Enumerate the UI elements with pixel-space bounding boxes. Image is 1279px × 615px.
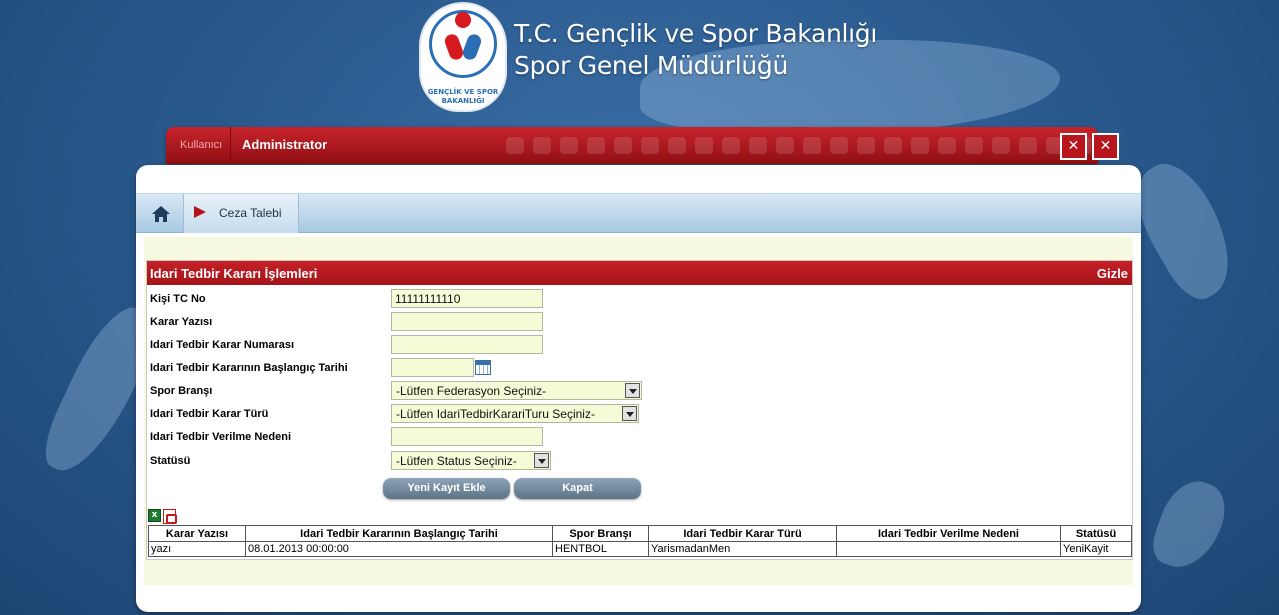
karar-yazisi-input[interactable] (391, 312, 543, 331)
sport-icon (722, 137, 740, 154)
chevron-down-icon[interactable] (534, 453, 549, 468)
ministry-line-2: Spor Genel Müdürlüğü (514, 51, 789, 80)
breadcrumb: Ceza Talebi (136, 193, 1141, 233)
baslangic-date-input[interactable] (391, 358, 474, 377)
karar-turu-selected-value: -Lütfen IdariTedbirKarariTuru Seçiniz- (396, 407, 595, 421)
export-icons: x (148, 509, 177, 524)
neden-label: Idari Tedbir Verilme Nedeni (150, 431, 292, 443)
user-name: Administrator (242, 137, 328, 152)
brans-label: Spor Branşı (150, 385, 213, 397)
karar-turu-label: Idari Tedbir Karar Türü (150, 408, 269, 420)
arrow-right-icon (194, 206, 206, 218)
sport-icon (749, 137, 767, 154)
emblem-text-top: GENÇLİK VE SPOR (427, 88, 499, 96)
chevron-down-icon[interactable] (625, 383, 640, 398)
idari-tedbir-section: Idari Tedbir Kararı İşlemleri Gizle Kişi… (146, 260, 1133, 560)
tab-label: Ceza Talebi (219, 206, 282, 220)
form-row-brans: Spor Branşı -Lütfen Federasyon Seçiniz- (150, 381, 850, 401)
sport-icon (938, 137, 956, 154)
calendar-icon[interactable] (475, 360, 491, 375)
column-header[interactable]: Karar Yazısı (148, 525, 246, 542)
sport-icon (830, 137, 848, 154)
karar-no-input[interactable] (391, 335, 543, 354)
sport-icon (614, 137, 632, 154)
column-header[interactable]: Idari Tedbir Karar Türü (648, 525, 837, 542)
sport-icon (857, 137, 875, 154)
table-cell (836, 541, 1061, 557)
kisi-tc-label: Kişi TC No (150, 293, 206, 305)
sport-icon (992, 137, 1010, 154)
status-selected-value: -Lütfen Status Seçiniz- (396, 454, 517, 468)
sport-icon (1019, 137, 1037, 154)
sport-icon (803, 137, 821, 154)
column-header[interactable]: Idari Tedbir Verilme Nedeni (836, 525, 1061, 542)
sport-icon (884, 137, 902, 154)
form-row-neden: Idari Tedbir Verilme Nedeni (150, 427, 850, 447)
sport-icon (911, 137, 929, 154)
karar-turu-select[interactable]: -Lütfen IdariTedbirKarariTuru Seçiniz- (391, 404, 639, 423)
crescent-star-icon (455, 12, 471, 28)
form-row-karar-no: Idari Tedbir Karar Numarası (150, 335, 850, 355)
table-cell: 08.01.2013 00:00:00 (245, 541, 553, 557)
karar-no-label: Idari Tedbir Karar Numarası (150, 339, 295, 351)
ministry-emblem: GENÇLİK VE SPOR BAKANLIĞI (419, 2, 507, 112)
status-select[interactable]: -Lütfen Status Seçiniz- (391, 451, 551, 470)
kisi-tc-input[interactable] (391, 289, 543, 308)
neden-input[interactable] (391, 427, 543, 446)
brans-select[interactable]: -Lütfen Federasyon Seçiniz- (391, 381, 642, 400)
user-label: Kullanıcı (180, 139, 223, 151)
form-row-karar-turu: Idari Tedbir Karar Türü -Lütfen IdariTed… (150, 404, 850, 424)
form-row-status: Statüsü -Lütfen Status Seçiniz- (150, 451, 850, 471)
divider (230, 127, 231, 164)
form-row-baslangic: Idari Tedbir Kararının Başlangıç Tarihi (150, 358, 850, 378)
exit-button[interactable]: ✕ (1092, 133, 1119, 160)
sport-icons (506, 137, 1091, 154)
table-cell: YarismadanMen (648, 541, 837, 557)
sport-icon (587, 137, 605, 154)
new-record-button[interactable]: Yeni Kayıt Ekle (383, 478, 510, 499)
column-header[interactable]: Statüsü (1060, 525, 1132, 542)
emblem-text-bottom: BAKANLIĞI (441, 97, 485, 105)
close-button[interactable]: Kapat (514, 478, 641, 499)
sport-icon (506, 137, 524, 154)
column-header[interactable]: Spor Branşı (552, 525, 649, 542)
table-cell: YeniKayit (1060, 541, 1132, 557)
pdf-icon[interactable] (163, 509, 177, 524)
ministry-line-1: T.C. Gençlik ve Spor Bakanlığı (514, 19, 878, 48)
sport-icon (533, 137, 551, 154)
excel-icon[interactable]: x (148, 509, 161, 522)
form-row-kisi-tc: Kişi TC No (150, 289, 850, 309)
column-header[interactable]: Idari Tedbir Kararının Başlangıç Tarihi (245, 525, 553, 542)
section-title: Idari Tedbir Kararı İşlemleri (150, 266, 318, 281)
background-silhouette (1146, 472, 1234, 578)
close-window-button[interactable]: ✕ (1060, 133, 1087, 160)
sport-icon (776, 137, 794, 154)
table-row[interactable]: yazı 08.01.2013 00:00:00 HENTBOL Yarisma… (148, 541, 1132, 557)
tab-ceza-talebi[interactable]: Ceza Talebi (183, 194, 299, 233)
brans-selected-value: -Lütfen Federasyon Seçiniz- (396, 384, 547, 398)
table-cell: yazı (148, 541, 246, 557)
section-header: Idari Tedbir Kararı İşlemleri Gizle (147, 261, 1132, 285)
user-bar: Kullanıcı Administrator (166, 127, 1098, 164)
sport-icon (965, 137, 983, 154)
home-icon[interactable] (150, 203, 172, 225)
sport-icon (668, 137, 686, 154)
baslangic-label: Idari Tedbir Kararının Başlangıç Tarihi (150, 362, 348, 374)
main-panel: Ceza Talebi Idari Tedbir Kararı İşlemler… (136, 165, 1141, 612)
table-header-row: Karar Yazısı Idari Tedbir Kararının Başl… (148, 525, 1132, 542)
hide-link[interactable]: Gizle (1097, 266, 1128, 281)
karar-yazisi-label: Karar Yazısı (150, 316, 213, 328)
sport-icon (560, 137, 578, 154)
home-icon-graphic (152, 206, 170, 222)
records-table: Karar Yazısı Idari Tedbir Kararının Başl… (148, 525, 1132, 557)
form-row-karar-yazisi: Karar Yazısı (150, 312, 850, 332)
sport-icon (641, 137, 659, 154)
chevron-down-icon[interactable] (622, 406, 637, 421)
sport-icon (695, 137, 713, 154)
table-cell: HENTBOL (552, 541, 649, 557)
status-label: Statüsü (150, 455, 191, 467)
ministry-title: T.C. Gençlik ve Spor Bakanlığı Spor Gene… (514, 18, 877, 82)
